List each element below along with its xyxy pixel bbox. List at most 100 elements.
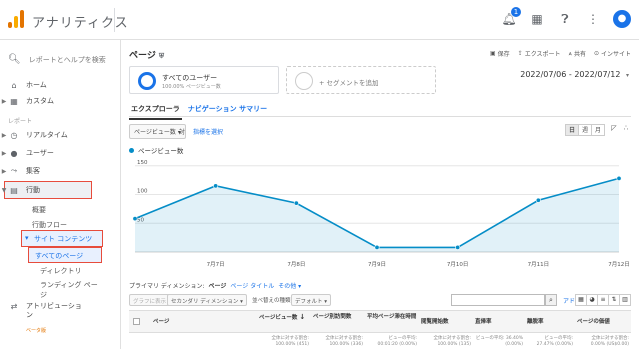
- chart-type-toggle: ◸ ∴: [609, 124, 631, 136]
- sidebar-item-acquisition[interactable]: ▶ ⤳ 集客: [0, 164, 121, 178]
- sidebar-search[interactable]: 🔍︎ レポートとヘルプを検索: [8, 54, 106, 65]
- page-title-text: ページ: [129, 51, 156, 61]
- tab-navigation-summary[interactable]: ナビゲーション サマリー: [188, 104, 267, 120]
- data-point: [374, 244, 380, 250]
- home-icon: ⌂: [11, 80, 17, 90]
- total-avg-time: ビューの平均: 00:01:20 (0.00%): [377, 336, 417, 347]
- share-button[interactable]: ⩓ 共有: [568, 49, 586, 59]
- search-icon[interactable]: ⌕: [545, 294, 557, 306]
- segment-all-users[interactable]: すべてのユーザー 100.00% ページビュー数: [129, 66, 279, 94]
- insight-icon: ⊙: [593, 50, 599, 57]
- sidebar-item-custom[interactable]: ▶ ▦ カスタム: [0, 94, 121, 108]
- header-actions: 🔔︎ 1 ▦ ❓︎ ⋮ ●: [501, 7, 631, 28]
- sidebar-item-label: サイト コンテンツ: [34, 235, 93, 243]
- sidebar-item-behavior-flow[interactable]: 行動フロー: [32, 220, 67, 230]
- dimension-page[interactable]: ページ: [209, 281, 227, 290]
- period-day-button[interactable]: 日: [565, 124, 579, 136]
- export-button[interactable]: ⇪ エクスポート: [518, 49, 561, 58]
- total-unique-pageviews: 全体に対する割合: 100.00% (336): [325, 336, 363, 347]
- segment-name: すべてのユーザー: [162, 74, 218, 82]
- dimension-other[interactable]: その他 ▾: [278, 281, 301, 290]
- total-bounce-rate: ビューの平均: 36.40% (0.00%): [475, 336, 523, 347]
- sidebar-item-directory[interactable]: ディレクトリ: [40, 266, 82, 276]
- metric-select-value: ページビュー数: [134, 129, 176, 136]
- period-month-button[interactable]: 月: [591, 124, 605, 136]
- collapse-icon: ▼: [1, 186, 7, 194]
- tab-explorer[interactable]: エクスプローラ: [129, 104, 182, 120]
- account-avatar[interactable]: ●: [613, 10, 631, 28]
- expand-icon: ▶: [1, 167, 7, 175]
- sidebar: 🔍︎ レポートとヘルプを検索 ⌂ ホーム ▶ ▦ カスタム レポート ▶ ◷ リアル…: [0, 40, 121, 349]
- notification-badge: 1: [511, 7, 521, 17]
- chevron-down-icon: ▾: [625, 72, 629, 79]
- dimension-other-label: その他: [278, 283, 297, 290]
- pivot-view-icon[interactable]: ▥: [619, 294, 631, 306]
- primary-dimension-label: プライマリ ディメンション:: [129, 283, 205, 290]
- share-icon: ⩓: [568, 49, 572, 57]
- apps-grid-icon[interactable]: ▦: [529, 11, 545, 27]
- legend-dot: [129, 147, 134, 153]
- col-page[interactable]: ページ: [153, 319, 169, 326]
- sidebar-item-label: ホーム: [26, 81, 47, 89]
- scatter-chart-icon[interactable]: ∴: [621, 124, 631, 136]
- sidebar-item-site-content[interactable]: ▾ サイト コンテンツ: [21, 230, 103, 247]
- sort-type-select[interactable]: デフォルト ▾: [291, 294, 332, 306]
- metric-select[interactable]: ページビュー数 ▾: [129, 124, 186, 139]
- x-tick-label: 7月10日: [447, 261, 469, 268]
- notifications-icon[interactable]: 🔔︎ 1: [501, 7, 521, 27]
- period-toggle: 日 週 月: [565, 124, 605, 136]
- sidebar-item-label: カスタム: [26, 97, 54, 105]
- analytics-logo[interactable]: [8, 10, 24, 28]
- add-segment-label: + セグメントを追加: [319, 79, 379, 87]
- col-pageviews[interactable]: ページビュー数 ↓: [259, 314, 305, 322]
- pageview-chart: 15010050: [132, 160, 622, 253]
- col-avg-time[interactable]: 平均ページ滞在時間: [367, 314, 417, 321]
- sidebar-item-realtime[interactable]: ▶ ◷ リアルタイム: [0, 128, 121, 142]
- save-icon: ▣: [490, 50, 496, 57]
- col-bounce-rate[interactable]: 直帰率: [475, 319, 492, 326]
- dimension-page-title[interactable]: ページ タイトル: [230, 281, 274, 290]
- table-totals-row: 全体に対する割合: 100.00% (451) 全体に対する割合: 100.00…: [129, 333, 631, 349]
- col-entrances[interactable]: 閲覧開始数: [421, 319, 449, 326]
- col-exit-rate[interactable]: 離脱率: [527, 319, 544, 326]
- table-search-input[interactable]: [451, 294, 545, 306]
- col-page-value[interactable]: ページの価値: [577, 319, 610, 326]
- segment-share: 100.00% ページビュー数: [162, 84, 221, 90]
- y-tick-label: 100: [137, 189, 148, 195]
- insight-button[interactable]: ⊙ インサイト: [594, 49, 631, 58]
- sidebar-item-users[interactable]: ▶ ● ユーザー: [0, 146, 121, 160]
- sidebar-item-attribution[interactable]: ⇄ アトリビューショ ン: [0, 302, 121, 326]
- col-pageviews-label: ページビュー数: [259, 315, 298, 321]
- x-tick-label: 7月11日: [528, 261, 550, 268]
- export-label: エクスポート: [524, 51, 561, 58]
- secondary-dimension-select[interactable]: セカンダリ ディメンション ▾: [167, 294, 247, 306]
- help-icon[interactable]: ❓︎: [557, 11, 573, 27]
- report-main: ページ ⛨ ▣ 保存 ⇪ エクスポート ⩓ 共有 ⊙ インサイト すべてのユーザー 100…: [121, 40, 639, 349]
- plot-rows-button[interactable]: グラフに表示: [129, 294, 171, 306]
- total-pageviews: 全体に対する割合: 100.00% (451): [271, 336, 309, 347]
- sidebar-item-landing-page[interactable]: ランディング ペー ジ: [40, 280, 98, 300]
- sort-type-value: デフォルト: [295, 299, 323, 305]
- add-segment-button[interactable]: + セグメントを追加: [286, 66, 436, 94]
- line-chart-icon[interactable]: ◸: [609, 124, 619, 136]
- date-range-text: 2022/07/06 - 2022/07/12: [520, 70, 621, 79]
- period-week-button[interactable]: 週: [578, 124, 592, 136]
- save-button[interactable]: ▣ 保存: [490, 49, 510, 58]
- more-vert-icon[interactable]: ⋮: [585, 11, 601, 27]
- date-range-picker[interactable]: 2022/07/06 - 2022/07/12 ▾: [520, 70, 629, 79]
- export-icon: ⇪: [517, 50, 523, 57]
- select-all-checkbox[interactable]: [133, 318, 140, 325]
- expand-icon: ▶: [1, 149, 7, 157]
- sidebar-item-behavior[interactable]: ▼ ▤ 行動: [0, 183, 121, 197]
- sidebar-item-all-pages[interactable]: すべてのページ: [28, 247, 102, 263]
- search-input[interactable]: レポートとヘルプを検索: [29, 55, 106, 65]
- sidebar-item-overview[interactable]: 概要: [32, 205, 46, 215]
- pick-metric-link[interactable]: 指標を選択: [193, 127, 223, 136]
- tab-divider: [129, 116, 631, 117]
- beta-label: ベータ版: [26, 328, 47, 334]
- chart-controls: ページビュー数 ▾ 対 指標を選択 日 週 月 ◸ ∴: [129, 124, 631, 139]
- col-unique-pageviews[interactable]: ページ別訪問数: [313, 314, 359, 321]
- total-exit-rate: ビューの平均: 27.47% (0.00%): [536, 336, 573, 347]
- sidebar-item-home[interactable]: ⌂ ホーム: [0, 78, 121, 92]
- primary-dimension-row: プライマリ ディメンション: ページ ページ タイトル その他 ▾: [129, 281, 301, 290]
